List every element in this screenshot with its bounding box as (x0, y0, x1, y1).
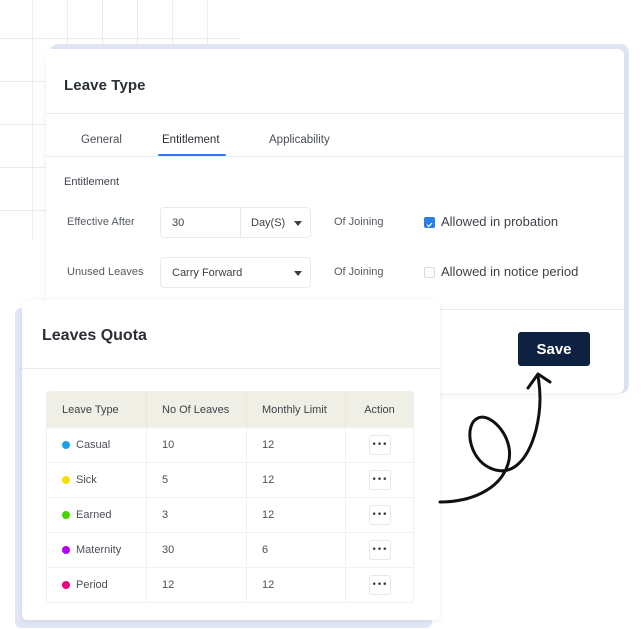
leave-type-cell: Sick (47, 462, 147, 497)
check-icon (426, 222, 433, 228)
more-horizontal-icon[interactable]: ••• (368, 505, 391, 525)
monthly-limit-cell: 12 (247, 462, 346, 497)
action-cell: ••• (346, 532, 413, 567)
leave-type-title: Leave Type (64, 77, 146, 94)
action-cell: ••• (346, 497, 413, 532)
leave-color-dot (62, 475, 70, 484)
column-header-no-of-leaves: No Of Leaves (147, 392, 247, 427)
no-of-leaves-cell: 12 (147, 567, 247, 602)
leave-type-name: Sick (76, 474, 97, 486)
column-header-leave-type: Leave Type (47, 392, 147, 427)
leave-type-name: Casual (76, 439, 111, 451)
leave-type-name: Earned (76, 509, 112, 521)
column-header-action: Action (346, 392, 413, 427)
monthly-limit-cell: 12 (247, 427, 346, 462)
section-label: Entitlement (64, 176, 120, 188)
no-of-leaves-cell: 3 (147, 497, 247, 532)
action-cell: ••• (346, 427, 413, 462)
more-horizontal-icon[interactable]: ••• (368, 540, 391, 560)
leaves-quota-card: Leaves Quota Leave Type No Of Leaves Mon… (22, 300, 440, 620)
leave-color-dot (62, 545, 70, 554)
action-cell: ••• (346, 567, 413, 602)
unused-leaves-value: Carry Forward (172, 267, 243, 279)
no-of-leaves-cell: 10 (147, 427, 247, 462)
no-of-leaves-cell: 5 (147, 462, 247, 497)
table-row: Casual 10 12 ••• (47, 427, 413, 462)
action-cell: ••• (346, 462, 413, 497)
leave-type-name: Period (76, 579, 108, 591)
allowed-in-notice-period-checkbox[interactable] (424, 267, 435, 278)
unused-leaves-label: Unused Leaves (67, 266, 144, 278)
tab-applicability[interactable]: Applicability (269, 134, 330, 146)
monthly-limit-cell: 12 (247, 497, 346, 532)
tabs-divider (46, 156, 624, 157)
unit-select[interactable]: Day(S) (251, 217, 285, 229)
monthly-limit-cell: 6 (247, 532, 346, 567)
table-header-row: Leave Type No Of Leaves Monthly Limit Ac… (47, 392, 413, 427)
effective-after-input[interactable]: 30 (172, 217, 184, 229)
allowed-in-notice-period-label[interactable]: Allowed in notice period (441, 264, 578, 279)
monthly-limit-cell: 12 (247, 567, 346, 602)
curly-arrow-icon (438, 372, 552, 504)
effective-after-field: 30 Day(S) (160, 207, 311, 238)
table-row: Earned 3 12 ••• (47, 497, 413, 532)
field-separator (240, 208, 241, 237)
more-horizontal-icon[interactable]: ••• (368, 470, 391, 490)
no-of-leaves-cell: 30 (147, 532, 247, 567)
of-joining-label: Of Joining (334, 216, 384, 228)
header-divider (46, 113, 624, 114)
tab-entitlement[interactable]: Entitlement (162, 134, 220, 146)
effective-after-label: Effective After (67, 216, 135, 228)
table-row: Maternity 30 6 ••• (47, 532, 413, 567)
column-header-monthly-limit: Monthly Limit (247, 392, 346, 427)
table-row: Period 12 12 ••• (47, 567, 413, 602)
leave-type-cell: Earned (47, 497, 147, 532)
header-divider (22, 368, 440, 369)
of-joining-label: Of Joining (334, 266, 384, 278)
allowed-in-probation-checkbox[interactable] (424, 217, 435, 228)
unused-leaves-select[interactable]: Carry Forward (160, 257, 311, 288)
more-horizontal-icon[interactable]: ••• (368, 435, 391, 455)
leaves-quota-title: Leaves Quota (42, 327, 147, 344)
leaves-quota-table: Leave Type No Of Leaves Monthly Limit Ac… (46, 391, 414, 603)
leave-type-cell: Casual (47, 427, 147, 462)
tab-general[interactable]: General (81, 134, 122, 146)
chevron-down-icon[interactable] (294, 221, 302, 226)
leave-color-dot (62, 510, 70, 519)
leave-color-dot (62, 440, 70, 449)
more-horizontal-icon[interactable]: ••• (368, 575, 391, 595)
table-row: Sick 5 12 ••• (47, 462, 413, 497)
leave-color-dot (62, 580, 70, 589)
leave-type-name: Maternity (76, 544, 122, 556)
leave-type-cell: Period (47, 567, 147, 602)
leave-type-cell: Maternity (47, 532, 147, 567)
chevron-down-icon[interactable] (294, 271, 302, 276)
allowed-in-probation-label[interactable]: Allowed in probation (441, 214, 558, 229)
